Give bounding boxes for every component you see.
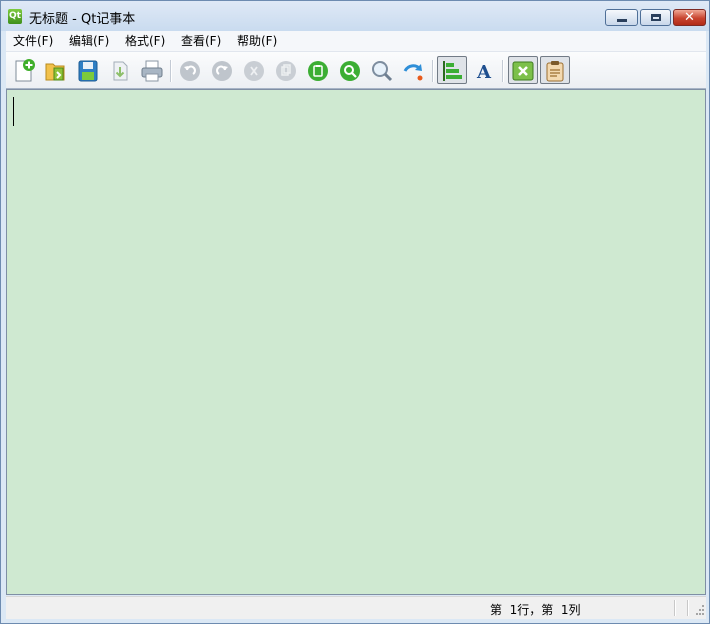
cut-icon [244,61,264,81]
theme-toggle-icon [512,61,534,81]
redo-icon [212,61,232,81]
theme-toggle-button[interactable] [508,56,538,84]
paste-icon [308,61,328,81]
save-as-icon [113,61,128,81]
menu-bar: 文件(F) 编辑(F) 格式(F) 查看(F) 帮助(F) [6,31,706,52]
paste-button[interactable] [305,57,331,83]
status-separator [674,600,676,616]
undo-icon [180,61,200,81]
search-button[interactable] [369,57,395,83]
toolbar: A [6,52,706,89]
align-toggle-icon [443,61,462,81]
toolbar-separator [170,60,172,82]
save-icon [78,60,98,82]
cut-button[interactable] [241,57,267,83]
find-button[interactable] [337,57,363,83]
minimize-button[interactable] [605,9,638,26]
toolbar-separator [432,60,434,82]
find-icon [340,61,360,81]
resize-grip[interactable] [694,603,704,615]
window-title: 无标题 - Qt记事本 [29,12,136,27]
text-editor[interactable] [6,89,706,595]
zoom-icon [372,61,393,82]
menu-format[interactable]: 格式(F) [125,33,165,49]
minimize-icon [617,19,627,22]
app-icon: Qt [8,9,22,24]
close-icon: ✕ [684,10,695,25]
app-window: Qt 无标题 - Qt记事本 ✕ 文件(F) 编辑(F) 格式(F) 查看(F)… [0,0,710,624]
maximize-button[interactable] [640,9,671,26]
close-button[interactable]: ✕ [673,9,706,26]
open-file-button[interactable] [43,57,69,83]
menu-file[interactable]: 文件(F) [13,33,53,49]
save-button[interactable] [75,57,101,83]
text-caret [13,97,14,126]
status-separator [687,600,689,616]
title-bar[interactable]: Qt 无标题 - Qt记事本 ✕ [1,1,709,31]
new-file-icon [15,59,35,82]
font-button[interactable]: A [471,57,497,83]
toolbar-separator [502,60,504,82]
redo-button[interactable] [209,57,235,83]
open-file-icon [45,63,65,81]
status-bar: 第 1行，第 1列 [6,596,706,619]
clipboard-icon [546,61,564,82]
print-button[interactable] [139,57,165,83]
menu-view[interactable]: 查看(F) [181,33,221,49]
cursor-position: 第 1行，第 1列 [490,603,581,617]
menu-help[interactable]: 帮助(F) [237,33,277,49]
align-toggle-button[interactable] [437,56,467,84]
print-icon [141,60,163,82]
undo-button[interactable] [177,57,203,83]
menu-edit[interactable]: 编辑(F) [69,33,109,49]
svg-text:A: A [476,62,492,83]
goto-button[interactable] [401,57,427,83]
copy-icon [276,61,296,81]
font-icon: A [476,62,492,83]
new-file-button[interactable] [11,57,37,83]
maximize-icon [651,14,661,21]
save-as-button[interactable] [107,57,133,83]
clipboard-button[interactable] [540,56,570,84]
copy-button[interactable] [273,57,299,83]
goto-icon [403,64,423,81]
